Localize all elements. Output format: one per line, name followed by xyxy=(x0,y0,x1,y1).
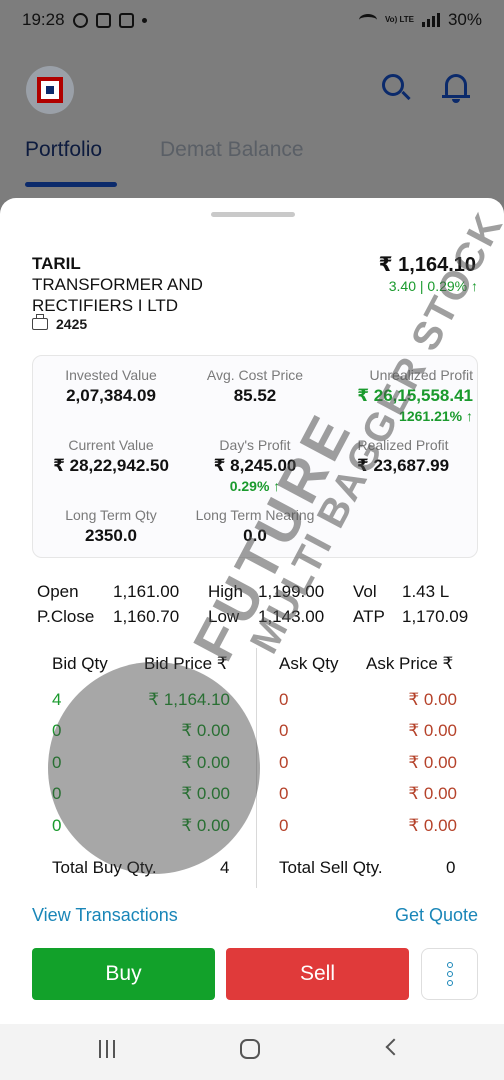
vol-label: Vol xyxy=(353,582,377,601)
holding-detail-sheet: TARIL TRANSFORMER AND RECTIFIERS I LTD 2… xyxy=(0,198,504,1024)
bank-logo-icon[interactable] xyxy=(26,66,74,114)
active-tab-indicator xyxy=(25,182,117,187)
sheet-drag-handle[interactable] xyxy=(211,212,295,217)
home-icon[interactable] xyxy=(240,1039,260,1059)
tab-portfolio[interactable]: Portfolio xyxy=(25,138,102,162)
notification-dot-icon xyxy=(141,17,147,23)
battery-level: 30% xyxy=(447,10,482,29)
last-traded-price: ₹ 1,164.10 xyxy=(378,254,476,276)
depth-row: 4 ₹ 1,164.10 0 ₹ 0.00 xyxy=(52,690,457,709)
lte-indicator: Vo) LTE xyxy=(384,15,414,24)
depth-row: 0 ₹ 0.00 0 ₹ 0.00 xyxy=(52,753,457,772)
company-name: TRANSFORMER AND RECTIFIERS I LTD xyxy=(32,275,203,315)
market-depth-table: Bid Qty Bid Price ₹ Ask Qty Ask Price ₹ … xyxy=(0,648,504,888)
invested-value: Invested Value 2,07,384.09 xyxy=(65,367,157,405)
holding-quantity: 2425 xyxy=(32,314,88,332)
high-value: 1,199.00 xyxy=(258,582,325,601)
tab-demat-balance[interactable]: Demat Balance xyxy=(160,138,304,162)
more-options-button[interactable] xyxy=(421,948,478,1000)
status-bar: 19:28 Vo) LTE 30% xyxy=(0,0,504,40)
back-icon[interactable] xyxy=(385,1038,403,1056)
briefcase-icon xyxy=(32,314,48,330)
long-term-qty: Long Term Qty 2350.0 xyxy=(65,507,157,545)
avg-cost-price: Avg. Cost Price 85.52 xyxy=(206,367,304,405)
holding-quantity-value: 2425 xyxy=(56,316,88,332)
vol-value: 1.43 L xyxy=(402,582,450,601)
ask-qty-header: Ask Qty xyxy=(279,654,339,673)
depth-row: 0 ₹ 0.00 0 ₹ 0.00 xyxy=(52,816,457,835)
more-vertical-icon xyxy=(446,962,453,968)
sell-button[interactable]: Sell xyxy=(226,948,409,1000)
stock-symbol: TARIL xyxy=(32,254,81,273)
notification-bell-icon[interactable] xyxy=(440,72,472,104)
search-icon[interactable] xyxy=(380,72,412,104)
ask-price-header: Ask Price ₹ xyxy=(366,654,454,673)
whatsapp-icon xyxy=(72,12,88,28)
recent-apps-icon[interactable] xyxy=(99,1040,115,1058)
holding-summary-card: Invested Value 2,07,384.09 Avg. Cost Pri… xyxy=(32,355,478,558)
low-value: 1,143.00 xyxy=(258,607,325,626)
total-sell-qty-value: 0 xyxy=(446,858,456,877)
total-buy-qty-value: 4 xyxy=(220,858,230,877)
depth-row: 0 ₹ 0.00 0 ₹ 0.00 xyxy=(52,784,457,803)
open-label: Open xyxy=(37,582,79,601)
buy-button[interactable]: Buy xyxy=(32,948,215,1000)
realized-profit: Realized Profit ₹ 23,687.99 xyxy=(356,437,450,475)
total-sell-qty-label: Total Sell Qty. xyxy=(279,858,383,877)
view-transactions-link[interactable]: View Transactions xyxy=(32,905,178,926)
instagram-icon xyxy=(118,12,134,28)
bid-price-header: Bid Price ₹ xyxy=(144,654,228,673)
open-value: 1,161.00 xyxy=(113,582,180,601)
get-quote-link[interactable]: Get Quote xyxy=(395,905,478,926)
pclose-value: 1,160.70 xyxy=(113,607,180,626)
long-term-nearing: Long Term Nearing 0.0 xyxy=(195,507,315,545)
low-label: Low xyxy=(208,607,240,626)
atp-value: 1,170.09 xyxy=(402,607,469,626)
app-header: Portfolio Demat Balance xyxy=(0,40,504,200)
bid-qty-header: Bid Qty xyxy=(52,654,108,673)
gallery-icon xyxy=(95,12,111,28)
high-label: High xyxy=(208,582,243,601)
current-value: Current Value ₹ 28,22,942.50 xyxy=(53,437,169,475)
wifi-icon xyxy=(358,14,377,26)
price-change: 3.40 | 0.29% ↑ xyxy=(388,278,478,294)
depth-row: 0 ₹ 0.00 0 ₹ 0.00 xyxy=(52,721,457,740)
status-time: 19:28 xyxy=(22,10,65,29)
unrealized-profit: Unrealized Profit ₹ 26,15,558.41 1261.21… xyxy=(357,367,473,424)
system-navigation-bar xyxy=(0,1024,504,1080)
signal-icon xyxy=(421,13,440,27)
pclose-label: P.Close xyxy=(37,607,95,626)
days-profit: Day's Profit ₹ 8,245.00 0.29% ↑ xyxy=(213,437,297,494)
total-buy-qty-label: Total Buy Qty. xyxy=(52,858,157,877)
atp-label: ATP xyxy=(353,607,385,626)
